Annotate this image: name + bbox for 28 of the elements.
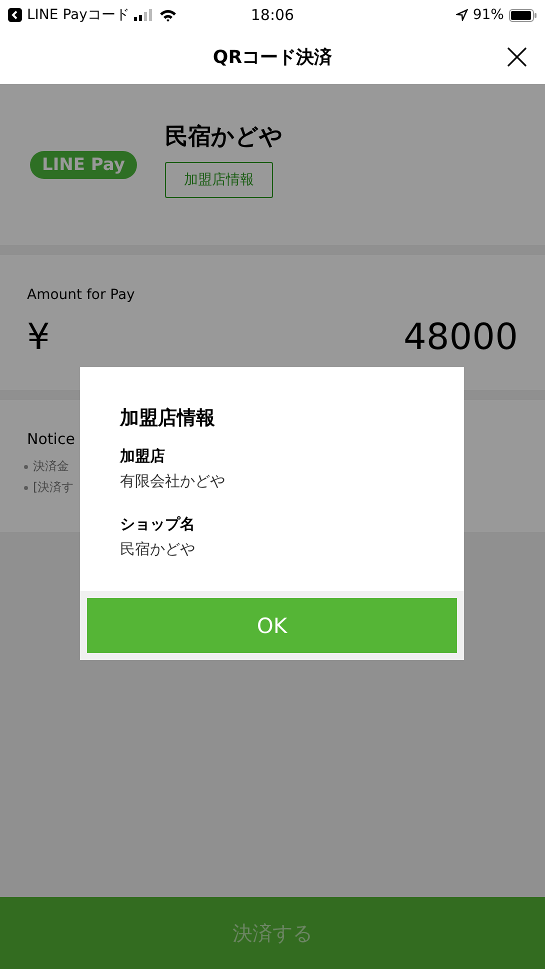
notice-item: [決済す: [33, 479, 74, 496]
wifi-icon: [159, 8, 178, 22]
page-title: QRコード決済: [212, 46, 332, 69]
merchant-name: 民宿かどや: [164, 123, 283, 152]
field-value: 有限会社かどや: [120, 472, 226, 491]
location-arrow-icon: [456, 9, 468, 21]
merchant-info-button[interactable]: 加盟店情報: [164, 162, 273, 198]
battery-percent: 91%: [472, 7, 504, 23]
amount-label: Amount for Pay: [27, 287, 136, 303]
ok-button[interactable]: OK: [87, 598, 457, 653]
amount-value: 48000: [403, 317, 518, 358]
signal-icon: [134, 9, 154, 21]
field-label: ショップ名: [120, 515, 196, 534]
back-icon[interactable]: [8, 8, 22, 22]
pay-button[interactable]: 決済する: [0, 897, 545, 969]
bullet-icon: [24, 486, 28, 490]
currency-symbol: ¥: [27, 317, 50, 358]
dialog-title: 加盟店情報: [120, 406, 216, 431]
close-button[interactable]: [505, 45, 529, 69]
battery-icon: [508, 8, 537, 22]
notice-title: Notice: [27, 430, 76, 448]
field-value: 民宿かどや: [120, 540, 196, 559]
notice-item: 決済金: [33, 458, 69, 475]
field-label: 加盟店: [120, 447, 166, 466]
status-time: 18:06: [250, 6, 294, 24]
back-app-label[interactable]: LINE Payコード: [27, 6, 130, 24]
bullet-icon: [24, 464, 28, 468]
line-pay-logo: LINE Pay: [30, 150, 137, 178]
